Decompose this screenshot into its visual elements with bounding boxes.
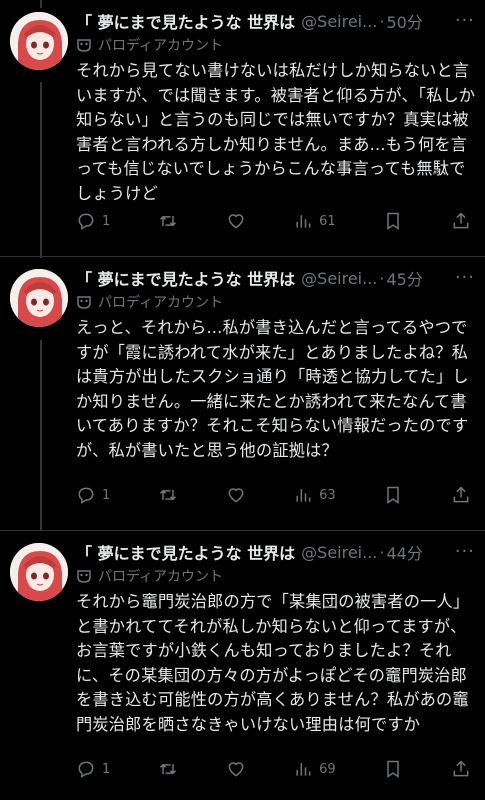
user-handle[interactable]: @Seirei... <box>301 269 377 288</box>
like-button[interactable] <box>226 759 246 779</box>
tweet-actions: 1 61 <box>76 209 471 233</box>
heart-icon <box>228 488 243 503</box>
tweet-header: 「 夢にまで見たような 世界は @Seirei... · 44分 <box>76 539 477 565</box>
reply-button[interactable]: 1 <box>76 211 110 231</box>
parody-label: パロディアカウント <box>76 565 477 587</box>
user-handle[interactable]: @Seirei... <box>301 543 377 562</box>
separator-dot: · <box>379 268 385 288</box>
share-icon <box>453 760 469 777</box>
tweet-actions: 1 63 <box>76 483 471 507</box>
heart-icon <box>228 214 243 229</box>
bookmark-button[interactable] <box>383 211 403 231</box>
retweet-icon <box>159 215 176 227</box>
bookmark-icon <box>387 760 400 778</box>
timeline: 「 夢にまで見たような 世界は @Seirei... · 50分 ··· パロデ… <box>0 0 485 800</box>
parody-label-text: パロディアカウント <box>98 38 224 54</box>
like-button[interactable] <box>226 485 246 505</box>
parody-label: パロディアカウント <box>76 34 477 56</box>
retweet-button[interactable] <box>158 759 178 779</box>
more-icon[interactable]: ··· <box>455 267 475 288</box>
parody-label-text: パロディアカウント <box>98 569 224 585</box>
view-count: 61 <box>319 213 336 229</box>
share-icon <box>453 212 469 229</box>
retweet-button[interactable] <box>158 211 178 231</box>
timestamp[interactable]: 50分 <box>386 9 422 33</box>
user-handle[interactable]: @Seirei... <box>301 12 377 31</box>
mask-icon <box>77 570 91 583</box>
display-name[interactable]: 「 夢にまで見たような 世界は <box>76 9 295 33</box>
tweet-header: 「 夢にまで見たような 世界は @Seirei... · 50分 <box>76 8 477 34</box>
share-button[interactable] <box>451 759 471 779</box>
reply-button[interactable]: 1 <box>76 485 110 505</box>
views-button[interactable]: 69 <box>293 759 336 779</box>
parody-label: パロディアカウント <box>76 291 477 313</box>
avatar[interactable] <box>10 543 68 601</box>
views-icon <box>296 763 311 776</box>
share-button[interactable] <box>451 211 471 231</box>
tweet[interactable]: 「 夢にまで見たような 世界は @Seirei... · 45分 ··· パロデ… <box>0 257 485 531</box>
more-icon[interactable]: ··· <box>455 541 475 562</box>
timestamp[interactable]: 45分 <box>386 266 422 290</box>
display-name[interactable]: 「 夢にまで見たような 世界は <box>76 540 295 564</box>
retweet-button[interactable] <box>158 485 178 505</box>
mask-icon <box>77 296 91 309</box>
separator-dot: · <box>379 542 385 562</box>
tweet[interactable]: 「 夢にまで見たような 世界は @Seirei... · 44分 ··· パロデ… <box>0 531 485 789</box>
display-name[interactable]: 「 夢にまで見たような 世界は <box>76 266 295 290</box>
reply-count: 1 <box>102 761 111 777</box>
views-icon <box>296 215 311 228</box>
share-icon <box>453 486 469 503</box>
view-count: 69 <box>319 761 336 777</box>
views-button[interactable]: 63 <box>293 485 336 505</box>
view-count: 63 <box>319 487 336 503</box>
tweet-text: それから見てない書けないは私だけしか知らないと言いますが、では聞きます。被害者と… <box>76 61 476 203</box>
retweet-icon <box>159 489 176 501</box>
bookmark-icon <box>387 212 400 230</box>
avatar[interactable] <box>10 12 68 70</box>
heart-icon <box>228 762 243 777</box>
bookmark-icon <box>387 486 400 504</box>
reply-icon <box>78 761 94 778</box>
reply-icon <box>78 213 94 230</box>
tweet[interactable]: 「 夢にまで見たような 世界は @Seirei... · 50分 ··· パロデ… <box>0 0 485 258</box>
views-icon <box>296 489 311 502</box>
retweet-icon <box>159 763 176 775</box>
bookmark-button[interactable] <box>383 759 403 779</box>
more-icon[interactable]: ··· <box>455 10 475 31</box>
avatar[interactable] <box>10 269 68 327</box>
reply-icon <box>78 487 94 504</box>
separator-dot: · <box>379 11 385 31</box>
reply-count: 1 <box>102 487 111 503</box>
parody-label-text: パロディアカウント <box>98 295 224 311</box>
timestamp[interactable]: 44分 <box>386 540 422 564</box>
tweet-text: それから竈門炭治郎の方で「某集団の被害者の一人」と書かれててそれが私しか知らない… <box>76 592 470 734</box>
mask-icon <box>77 39 91 52</box>
tweet-actions: 1 69 <box>76 757 471 781</box>
tweet-text: えっと、それから...私が書き込んだと言ってるやつですが「霞に誘われて水が来た」… <box>76 318 469 460</box>
reply-count: 1 <box>102 213 111 229</box>
like-button[interactable] <box>226 211 246 231</box>
views-button[interactable]: 61 <box>293 211 336 231</box>
tweet-header: 「 夢にまで見たような 世界は @Seirei... · 45分 <box>76 265 477 291</box>
bookmark-button[interactable] <box>383 485 403 505</box>
share-button[interactable] <box>451 485 471 505</box>
reply-button[interactable]: 1 <box>76 759 110 779</box>
